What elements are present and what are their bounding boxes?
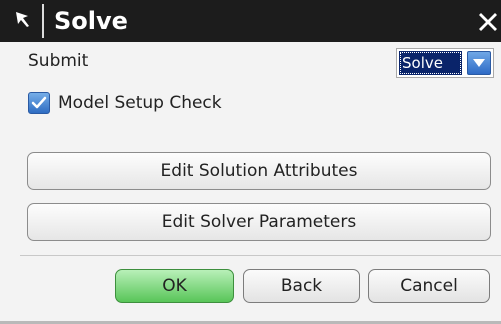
chevron-down-icon[interactable] <box>467 51 491 75</box>
pointer-arrow-icon <box>8 4 44 38</box>
back-button[interactable]: Back <box>243 269 360 303</box>
edit-solution-attributes-button[interactable]: Edit Solution Attributes <box>27 152 491 190</box>
submit-selected-value: Solve <box>399 51 462 75</box>
submit-row: Submit Solve <box>0 48 501 82</box>
checkmark-icon <box>31 96 47 109</box>
dialog-title: Solve <box>54 7 128 35</box>
ok-button[interactable]: OK <box>115 269 234 303</box>
cancel-button[interactable]: Cancel <box>368 269 490 303</box>
edit-solver-parameters-button[interactable]: Edit Solver Parameters <box>27 203 491 241</box>
model-setup-check-label: Model Setup Check <box>58 93 222 113</box>
footer-separator <box>20 255 501 256</box>
model-setup-checkbox[interactable] <box>28 92 50 114</box>
submit-dropdown[interactable]: Solve <box>396 48 494 78</box>
model-setup-check-row: Model Setup Check <box>0 86 501 120</box>
close-icon[interactable] <box>476 9 500 33</box>
solve-dialog: Solve Submit Solve Model Setup Check Edi… <box>0 0 501 324</box>
title-bar[interactable]: Solve <box>0 0 501 42</box>
submit-label: Submit <box>28 51 89 71</box>
